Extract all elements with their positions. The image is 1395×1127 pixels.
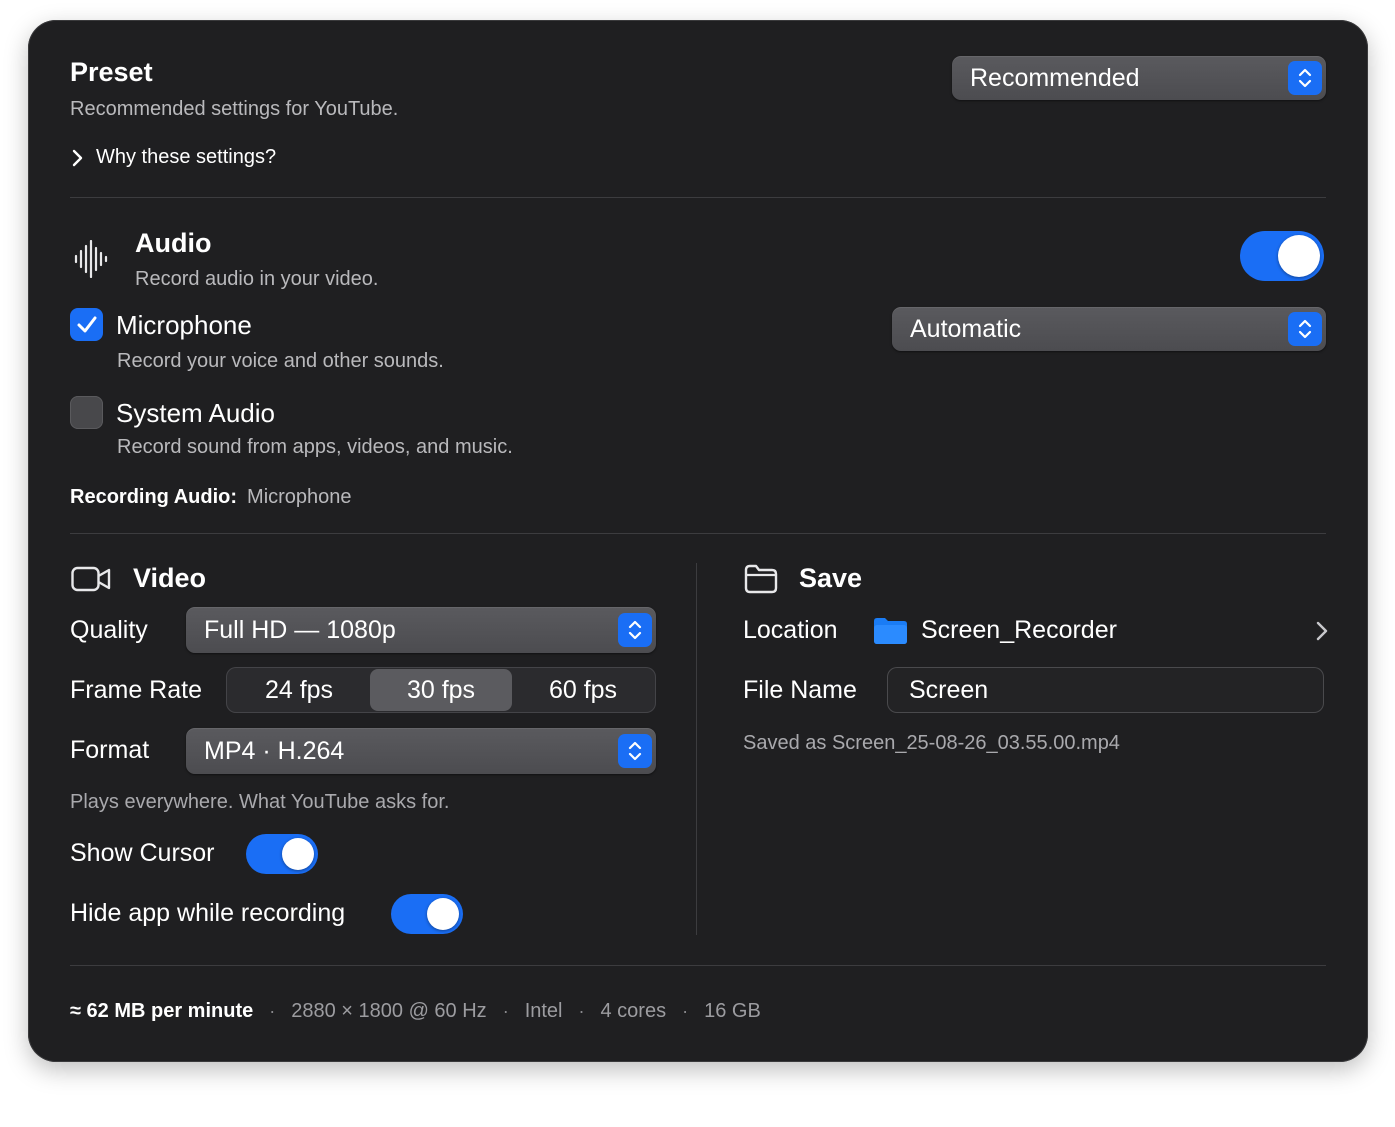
preset-title: Preset bbox=[70, 57, 153, 87]
audio-title: Audio bbox=[135, 228, 212, 258]
show-cursor-toggle-knob bbox=[282, 838, 314, 870]
separator: · bbox=[269, 1001, 276, 1021]
format-select-value: MP4 · H.264 bbox=[204, 736, 345, 765]
show-cursor-label: Show Cursor bbox=[70, 839, 215, 867]
file-name-label: File Name bbox=[743, 676, 857, 704]
divider bbox=[70, 197, 1326, 198]
separator: · bbox=[502, 1001, 509, 1021]
preset-select[interactable]: Recommended bbox=[952, 56, 1326, 100]
why-settings-disclosure[interactable]: Why these settings? bbox=[70, 146, 276, 169]
system-audio-label: System Audio bbox=[116, 398, 275, 428]
save-title: Save bbox=[799, 563, 863, 593]
video-camera-icon bbox=[71, 566, 111, 592]
location-value: Screen_Recorder bbox=[921, 615, 1117, 644]
chevron-right-icon bbox=[1316, 621, 1328, 641]
microphone-description: Record your voice and other sounds. bbox=[117, 350, 444, 372]
microphone-label: Microphone bbox=[116, 310, 252, 340]
frame-rate-segmented-control: 24 fps 30 fps 60 fps bbox=[226, 667, 656, 713]
file-name-input[interactable]: Screen bbox=[887, 667, 1324, 713]
waveform-icon bbox=[74, 240, 108, 278]
recording-audio-label: Recording Audio: bbox=[70, 486, 238, 508]
memory: 16 GB bbox=[704, 1000, 761, 1022]
up-down-chevron-icon bbox=[1288, 61, 1322, 95]
microphone-checkbox[interactable] bbox=[70, 308, 103, 341]
microphone-device-value: Automatic bbox=[910, 314, 1022, 343]
separator: · bbox=[682, 1001, 689, 1021]
location-label: Location bbox=[743, 616, 838, 644]
separator: · bbox=[578, 1001, 585, 1021]
video-title: Video bbox=[133, 563, 207, 593]
frame-rate-label: Frame Rate bbox=[70, 676, 202, 704]
cpu-vendor: Intel bbox=[524, 1000, 563, 1022]
estimated-rate: ≈ 62 MB per minute bbox=[70, 1000, 254, 1022]
column-divider bbox=[696, 563, 697, 935]
up-down-chevron-icon bbox=[618, 734, 652, 768]
hide-app-label: Hide app while recording bbox=[70, 899, 346, 927]
folder-icon bbox=[874, 617, 907, 644]
up-down-chevron-icon bbox=[1288, 312, 1322, 346]
quality-label: Quality bbox=[70, 616, 148, 644]
footer-stats: ≈ 62 MB per minute · 2880 × 1800 @ 60 Hz… bbox=[70, 1000, 761, 1023]
recording-audio-value: Microphone bbox=[247, 486, 352, 508]
system-audio-checkbox[interactable] bbox=[70, 396, 103, 429]
show-cursor-toggle[interactable] bbox=[246, 834, 318, 874]
preset-subtitle: Recommended settings for YouTube. bbox=[70, 98, 399, 120]
saved-as-text: Saved as Screen_25-08-26_03.55.00.mp4 bbox=[743, 732, 1120, 754]
file-name-value: Screen bbox=[909, 675, 989, 704]
recording-settings-panel: Preset Recommended settings for YouTube.… bbox=[28, 20, 1368, 1062]
quality-select[interactable]: Full HD — 1080p bbox=[186, 607, 656, 653]
audio-toggle[interactable] bbox=[1240, 231, 1324, 281]
format-select[interactable]: MP4 · H.264 bbox=[186, 728, 656, 774]
recording-audio-status: Recording Audio: Microphone bbox=[70, 486, 352, 509]
why-settings-label: Why these settings? bbox=[96, 146, 277, 168]
format-label: Format bbox=[70, 736, 150, 764]
frame-rate-option-30[interactable]: 30 fps bbox=[370, 669, 512, 711]
frame-rate-option-60[interactable]: 60 fps bbox=[512, 669, 654, 711]
chevron-right-icon bbox=[72, 149, 83, 166]
hide-app-toggle[interactable] bbox=[391, 894, 463, 934]
folder-outline-icon bbox=[744, 564, 778, 594]
format-note: Plays everywhere. What YouTube asks for. bbox=[70, 791, 450, 813]
frame-rate-option-24[interactable]: 24 fps bbox=[228, 669, 370, 711]
quality-select-value: Full HD — 1080p bbox=[204, 615, 396, 644]
audio-subtitle: Record audio in your video. bbox=[135, 268, 379, 290]
divider bbox=[70, 965, 1326, 966]
checkmark-icon bbox=[77, 316, 96, 332]
display-resolution: 2880 × 1800 @ 60 Hz bbox=[291, 1000, 487, 1022]
divider bbox=[70, 533, 1326, 534]
microphone-device-select[interactable]: Automatic bbox=[892, 307, 1326, 351]
cpu-cores: 4 cores bbox=[600, 1000, 667, 1022]
preset-select-value: Recommended bbox=[970, 63, 1140, 92]
system-audio-description: Record sound from apps, videos, and musi… bbox=[117, 436, 513, 458]
hide-app-toggle-knob bbox=[427, 898, 459, 930]
location-picker[interactable]: Screen_Recorder bbox=[874, 610, 1330, 650]
up-down-chevron-icon bbox=[618, 613, 652, 647]
audio-toggle-knob bbox=[1278, 235, 1320, 277]
